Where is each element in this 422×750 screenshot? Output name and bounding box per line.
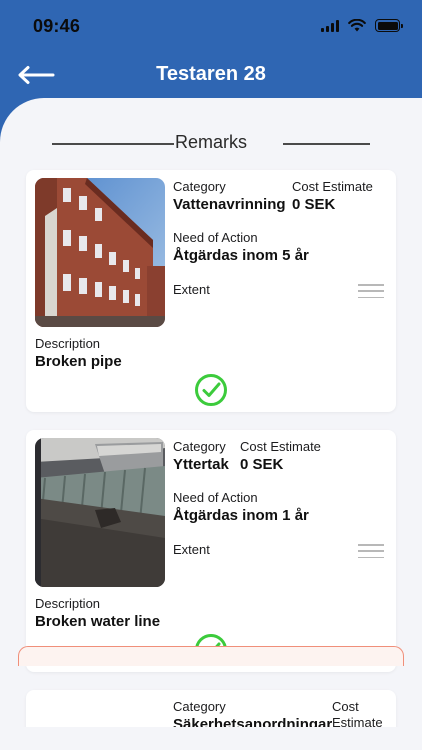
cost-estimate-label: Cost Estimate bbox=[292, 179, 373, 194]
description-value: Broken water line bbox=[35, 613, 161, 630]
remark-card[interactable]: Category Yttertak Cost Estimate 0 SEK Ne… bbox=[26, 430, 396, 672]
description-label: Description bbox=[35, 596, 101, 611]
need-of-action-label: Need of Action bbox=[173, 490, 258, 505]
status-time: 09:46 bbox=[33, 16, 81, 36]
need-of-action-value: Åtgärdas inom 1 år bbox=[173, 507, 309, 524]
remark-card[interactable]: Category Vattenavrinning Cost Estimate 0… bbox=[26, 170, 396, 412]
extent-label: Extent bbox=[173, 542, 210, 557]
cost-estimate-label: Cost Estimate bbox=[240, 439, 321, 454]
cost-estimate-value: 0 SEK bbox=[240, 456, 284, 473]
list-fade bbox=[0, 727, 422, 750]
category-label: Category bbox=[173, 439, 226, 454]
nav-bar: Testaren 28 bbox=[0, 52, 422, 98]
category-value: Yttertak bbox=[173, 456, 229, 473]
bottom-action-bar[interactable] bbox=[18, 646, 404, 666]
category-value: Vattenavrinning bbox=[173, 196, 286, 213]
cost-estimate-value: 0 SEK bbox=[292, 196, 336, 213]
category-label: Category bbox=[173, 179, 226, 194]
status-icons bbox=[321, 19, 403, 32]
cost-estimate-label-line1: Cost bbox=[332, 699, 359, 714]
divider-right bbox=[283, 143, 370, 145]
check-circle-icon[interactable] bbox=[194, 373, 228, 407]
description-label: Description bbox=[35, 336, 101, 351]
need-of-action-value: Åtgärdas inom 5 år bbox=[173, 247, 309, 264]
need-of-action-label: Need of Action bbox=[173, 230, 258, 245]
extent-label: Extent bbox=[173, 282, 210, 297]
wifi-icon bbox=[348, 19, 366, 32]
page-title: Testaren 28 bbox=[156, 63, 266, 85]
description-value: Broken pipe bbox=[35, 353, 122, 370]
battery-icon bbox=[375, 19, 403, 32]
roof-photo[interactable] bbox=[35, 438, 165, 587]
category-label: Category bbox=[173, 699, 226, 714]
drag-handle-icon[interactable] bbox=[358, 544, 384, 558]
cellular-signal-icon bbox=[321, 19, 339, 32]
drag-handle-icon[interactable] bbox=[358, 284, 384, 298]
section-header: Remarks bbox=[0, 132, 422, 154]
brick-building-photo[interactable] bbox=[35, 178, 165, 327]
status-bar: 09:46 bbox=[0, 0, 422, 52]
